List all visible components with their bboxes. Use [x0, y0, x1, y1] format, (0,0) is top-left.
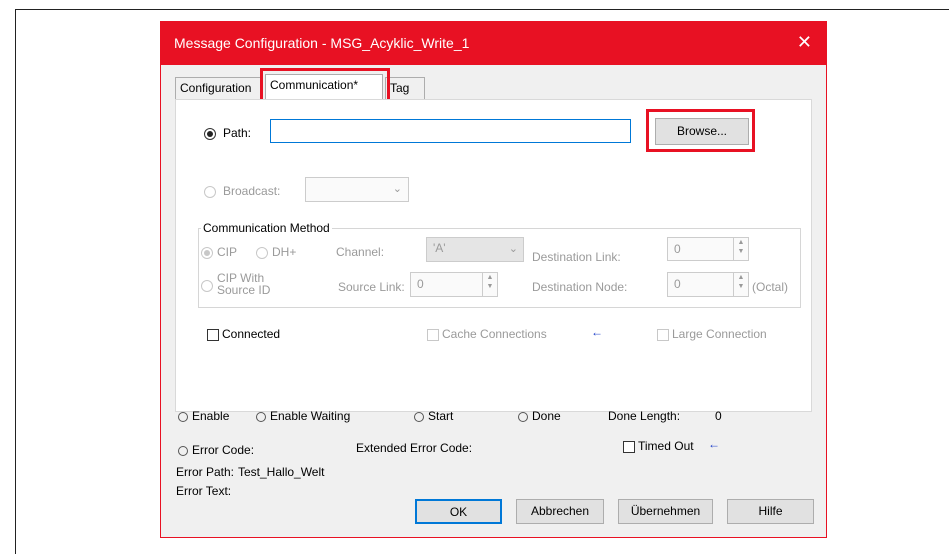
help-button[interactable]: Hilfe — [727, 499, 814, 524]
tab-configuration[interactable]: Configuration — [175, 77, 261, 100]
cache-connections-checkbox[interactable] — [427, 329, 439, 341]
broadcast-select[interactable]: ⌄ — [305, 177, 409, 202]
done-status-label: Done — [532, 409, 561, 423]
done-length-value: 0 — [715, 409, 722, 423]
broadcast-radio[interactable] — [204, 186, 216, 198]
error-code-status-icon — [178, 446, 188, 456]
message-configuration-dialog: Message Configuration - MSG_Acyklic_Writ… — [160, 21, 827, 538]
source-link-spinner[interactable]: ▲ ▼ — [482, 273, 497, 296]
source-link-value: 0 — [417, 277, 424, 291]
cip-with-source-line2: Source ID — [217, 283, 271, 297]
octal-label: (Octal) — [752, 280, 788, 294]
chevron-down-icon: ⌄ — [392, 183, 402, 195]
large-connection-checkbox[interactable] — [657, 329, 669, 341]
channel-label: Channel: — [336, 245, 385, 259]
apply-button[interactable]: Übernehmen — [618, 499, 713, 524]
channel-value: 'A' — [433, 241, 446, 255]
error-text-label: Error Text: — [176, 484, 232, 498]
close-icon[interactable]: ✕ — [797, 32, 812, 53]
arrow-left-icon: ← — [708, 437, 720, 451]
cip-with-source-radio[interactable] — [201, 280, 213, 292]
destination-link-input[interactable]: 0 ▲ ▼ — [667, 237, 749, 261]
browse-highlight-box — [646, 109, 755, 152]
cip-radio[interactable] — [201, 247, 213, 259]
arrow-left-icon: ← — [591, 325, 603, 339]
help-button-label: Hilfe — [758, 504, 783, 518]
cip-label: CIP — [217, 245, 238, 259]
path-label: Path: — [223, 126, 252, 140]
ok-button[interactable]: OK — [415, 499, 502, 524]
enable-status-icon — [178, 412, 188, 422]
path-input[interactable] — [270, 119, 631, 143]
dhplus-radio[interactable] — [256, 247, 268, 259]
enable-waiting-status-icon — [256, 412, 266, 422]
apply-button-label: Übernehmen — [630, 504, 701, 518]
communication-method-label: Communication Method — [201, 221, 332, 235]
title-bar: Message Configuration - MSG_Acyklic_Writ… — [161, 22, 826, 65]
cancel-button[interactable]: Abbrechen — [516, 499, 604, 524]
error-path-label: Error Path: — [176, 465, 235, 479]
path-radio[interactable] — [204, 128, 216, 140]
ok-button-label: OK — [449, 505, 468, 519]
done-status-icon — [518, 412, 528, 422]
connected-checkbox[interactable] — [207, 329, 219, 341]
start-status-label: Start — [428, 409, 454, 423]
tab-tag-label: Tag — [390, 81, 410, 95]
cache-connections-label: Cache Connections — [442, 327, 547, 341]
error-code-label: Error Code: — [192, 443, 255, 457]
enable-status-label: Enable — [192, 409, 230, 423]
source-link-input[interactable]: 0 ▲ ▼ — [410, 272, 498, 297]
channel-select[interactable]: 'A' ⌄ — [426, 237, 524, 262]
error-path-value: Test_Hallo_Welt — [238, 465, 325, 479]
connected-label: Connected — [222, 327, 281, 341]
enable-waiting-status-label: Enable Waiting — [270, 409, 351, 423]
dhplus-label: DH+ — [272, 245, 297, 259]
destination-node-spinner[interactable]: ▲ ▼ — [733, 273, 748, 296]
tab-tag[interactable]: Tag — [385, 77, 425, 100]
destination-link-spinner[interactable]: ▲ ▼ — [733, 238, 748, 260]
broadcast-label: Broadcast: — [223, 184, 281, 198]
large-connection-label: Large Connection — [672, 327, 767, 341]
start-status-icon — [414, 412, 424, 422]
extended-error-code-label: Extended Error Code: — [356, 441, 473, 455]
destination-node-label: Destination Node: — [532, 280, 628, 294]
dialog-title: Message Configuration - MSG_Acyklic_Writ… — [174, 35, 470, 51]
tab-configuration-label: Configuration — [180, 81, 252, 95]
timed-out-label: Timed Out — [638, 439, 694, 453]
destination-node-input[interactable]: 0 ▲ ▼ — [667, 272, 749, 297]
destination-link-value: 0 — [674, 242, 681, 256]
cip-with-source-label: CIP With Source ID — [217, 272, 270, 296]
cancel-button-label: Abbrechen — [530, 504, 590, 518]
done-length-label: Done Length: — [608, 409, 681, 423]
chevron-down-icon: ⌄ — [508, 243, 518, 255]
destination-node-value: 0 — [674, 277, 681, 291]
timed-out-checkbox[interactable] — [623, 441, 635, 453]
source-link-label: Source Link: — [338, 280, 405, 294]
destination-link-label: Destination Link: — [532, 250, 621, 264]
